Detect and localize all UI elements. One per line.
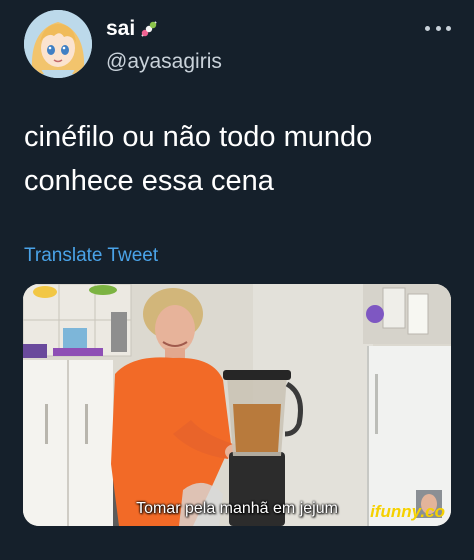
more-horizontal-icon[interactable] (425, 22, 451, 34)
more-dot (435, 25, 441, 31)
tweet-text-line: conhece essa cena (24, 165, 274, 197)
user-handle[interactable]: @ayasagiris (106, 50, 222, 74)
candy-icon (137, 17, 161, 41)
display-name[interactable]: sai (106, 17, 161, 41)
translate-tweet-link[interactable]: Translate Tweet (24, 245, 158, 267)
avatar[interactable] (24, 10, 92, 78)
ifunny-watermark: ifunny.co (370, 502, 445, 521)
video-frame-image (23, 284, 451, 526)
display-name-text: sai (106, 17, 136, 40)
tweet-text: cinéfilo ou não todo mundo conhece essa … (24, 115, 454, 203)
more-dot (446, 25, 451, 31)
tweet-media[interactable]: Tomar pela manhã em jejum ifunny.co (23, 284, 451, 526)
avatar-image (24, 10, 92, 78)
more-dot (425, 25, 430, 31)
tweet-text-line: cinéfilo ou não todo mundo (24, 121, 373, 153)
